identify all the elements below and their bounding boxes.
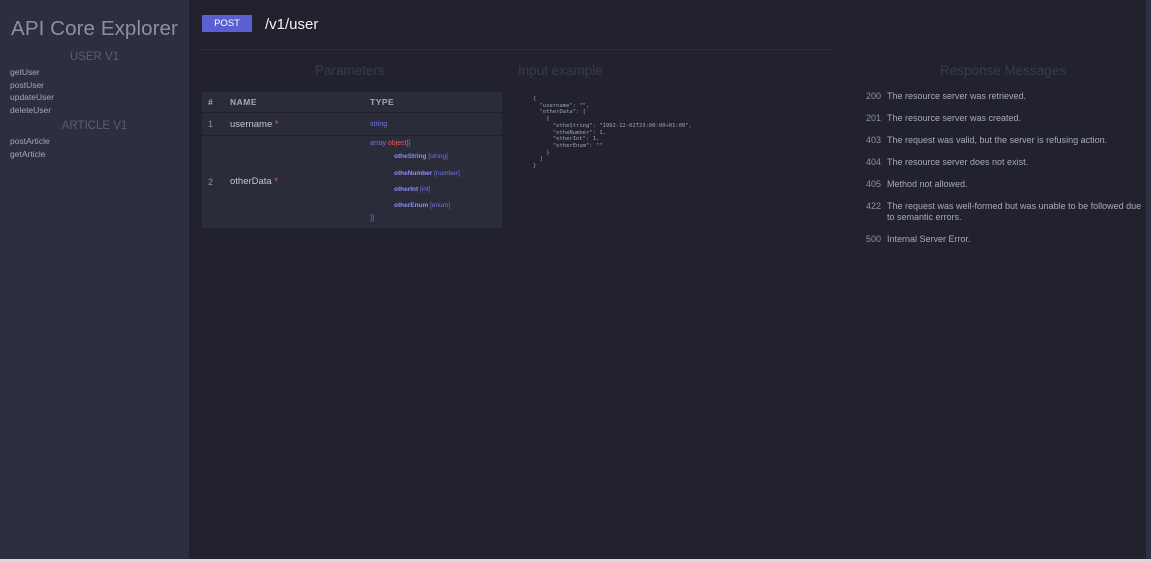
param-type: string bbox=[370, 112, 502, 136]
response-item: 403 The request was valid, but the server… bbox=[866, 135, 1146, 146]
code-line: "username": "", bbox=[539, 102, 590, 109]
response-code: 403 bbox=[866, 135, 882, 145]
parameters-table: # NAME TYPE 1 username * string 2 otherD… bbox=[202, 92, 502, 228]
app-title: API Core Explorer bbox=[11, 17, 178, 40]
type-prefix: array bbox=[370, 140, 386, 148]
code-line: } bbox=[533, 163, 537, 170]
table-header-row: # NAME TYPE bbox=[202, 92, 502, 113]
nav-item-postuser[interactable]: postUser bbox=[0, 79, 189, 92]
nav-group-title-user: USER V1 bbox=[69, 51, 120, 63]
input-example-heading: Input example bbox=[518, 63, 603, 78]
code-line: { bbox=[533, 96, 537, 102]
response-messages-list: 200 The resource server was retrieved. 201… bbox=[866, 91, 1146, 256]
response-code: 404 bbox=[866, 157, 882, 167]
response-code: 422 bbox=[866, 201, 882, 211]
header-divider bbox=[199, 49, 832, 50]
response-messages-heading: Response Messages bbox=[940, 63, 1067, 78]
sub-field-name: otheNumber bbox=[394, 169, 433, 177]
response-message: Method not allowed. bbox=[887, 179, 968, 189]
param-name: username * bbox=[230, 112, 370, 136]
sub-field-type: [enum] bbox=[430, 201, 450, 209]
code-line: { bbox=[546, 116, 550, 123]
response-code: 500 bbox=[866, 233, 882, 244]
type-open: [{ bbox=[406, 140, 411, 148]
input-example-code: { "username": "", "otherData": [ { "othe… bbox=[533, 96, 692, 170]
code-line: "otherInt": 1, bbox=[552, 136, 600, 143]
sub-field-type: [number] bbox=[434, 169, 460, 177]
row-number: 2 bbox=[202, 135, 230, 228]
nav-group-title-article: ARTICLE V1 bbox=[61, 119, 128, 132]
code-line: } bbox=[546, 149, 550, 156]
response-code: 200 bbox=[866, 91, 882, 101]
code-line: "otheNumber": 1, bbox=[552, 129, 606, 136]
response-message: The resource server does not exist. bbox=[887, 157, 1029, 167]
code-line: ] bbox=[539, 156, 543, 163]
sub-field-type: [int] bbox=[420, 185, 431, 193]
sub-field: otheString [string] bbox=[370, 149, 502, 165]
response-message: Internal Server Error. bbox=[887, 233, 971, 244]
sub-field: otherInt [int] bbox=[370, 182, 502, 198]
nav-item-updateuser[interactable]: updateUser bbox=[0, 91, 189, 104]
param-name-text: otherData bbox=[230, 176, 272, 188]
method-badge: POST bbox=[202, 15, 252, 32]
column-header-name: NAME bbox=[230, 97, 258, 107]
table-row: 1 username * string bbox=[202, 112, 502, 136]
response-item: 500 Internal Server Error. bbox=[866, 234, 1146, 245]
type-array-open: array object[{ bbox=[370, 139, 502, 149]
nav-item-deleteuser[interactable]: deleteUser bbox=[0, 104, 189, 117]
code-line: "otherEnum": "" bbox=[552, 142, 603, 149]
type-array-close: }] bbox=[370, 215, 375, 223]
sub-field-type: [string] bbox=[428, 153, 448, 161]
code-line: "otherData": [ bbox=[539, 109, 586, 116]
column-header-type: TYPE bbox=[370, 97, 395, 107]
main-content: POST /v1/user Parameters Input example R… bbox=[189, 0, 1146, 559]
sub-field-name: otherEnum bbox=[394, 201, 429, 209]
response-message: The request was well-formed but was unab… bbox=[887, 201, 1142, 222]
param-name-text: username bbox=[230, 118, 273, 130]
nav-item-getarticle[interactable]: getArticle bbox=[0, 148, 189, 161]
code-line: "otheString": "1992-12-02T23:00:00+01:00… bbox=[552, 122, 692, 129]
scrollbar-track[interactable] bbox=[1146, 0, 1151, 561]
response-item: 200 The resource server was retrieved. bbox=[866, 91, 1146, 102]
table-row: 2 otherData * array object[{ otheString … bbox=[202, 135, 502, 228]
nav-item-getuser[interactable]: getUser bbox=[0, 66, 189, 79]
required-marker: * bbox=[274, 176, 279, 188]
response-message: The resource server was retrieved. bbox=[887, 91, 1027, 101]
param-name: otherData * bbox=[230, 135, 370, 228]
column-header-num: # bbox=[208, 97, 214, 107]
row-number: 1 bbox=[202, 112, 230, 136]
response-item: 405 Method not allowed. bbox=[866, 179, 1146, 190]
parameters-heading: Parameters bbox=[315, 63, 385, 78]
sub-field-name: otheString bbox=[394, 153, 427, 161]
response-code: 201 bbox=[866, 113, 882, 123]
response-item: 404 The resource server does not exist. bbox=[866, 157, 1146, 168]
sidebar: API Core Explorer USER V1 getUser postUs… bbox=[0, 0, 189, 559]
response-item: 422 The request was well-formed but was u… bbox=[866, 201, 1146, 222]
sub-field: otherEnum [enum] bbox=[370, 198, 502, 214]
sub-field: otheNumber [number] bbox=[370, 166, 502, 182]
response-message: The resource server was created. bbox=[887, 113, 1022, 123]
sub-field-name: otherInt bbox=[394, 185, 419, 193]
response-code: 405 bbox=[866, 179, 882, 189]
nav-item-postarticle[interactable]: postArticle bbox=[0, 135, 189, 148]
required-marker: * bbox=[274, 118, 279, 130]
response-item: 201 The resource server was created. bbox=[866, 113, 1146, 124]
param-type: array object[{ otheString [string] otheN… bbox=[370, 135, 502, 228]
endpoint-path: /v1/user bbox=[265, 16, 319, 33]
response-message: The request was valid, but the server is… bbox=[887, 135, 1108, 145]
type-object: object bbox=[387, 140, 407, 148]
